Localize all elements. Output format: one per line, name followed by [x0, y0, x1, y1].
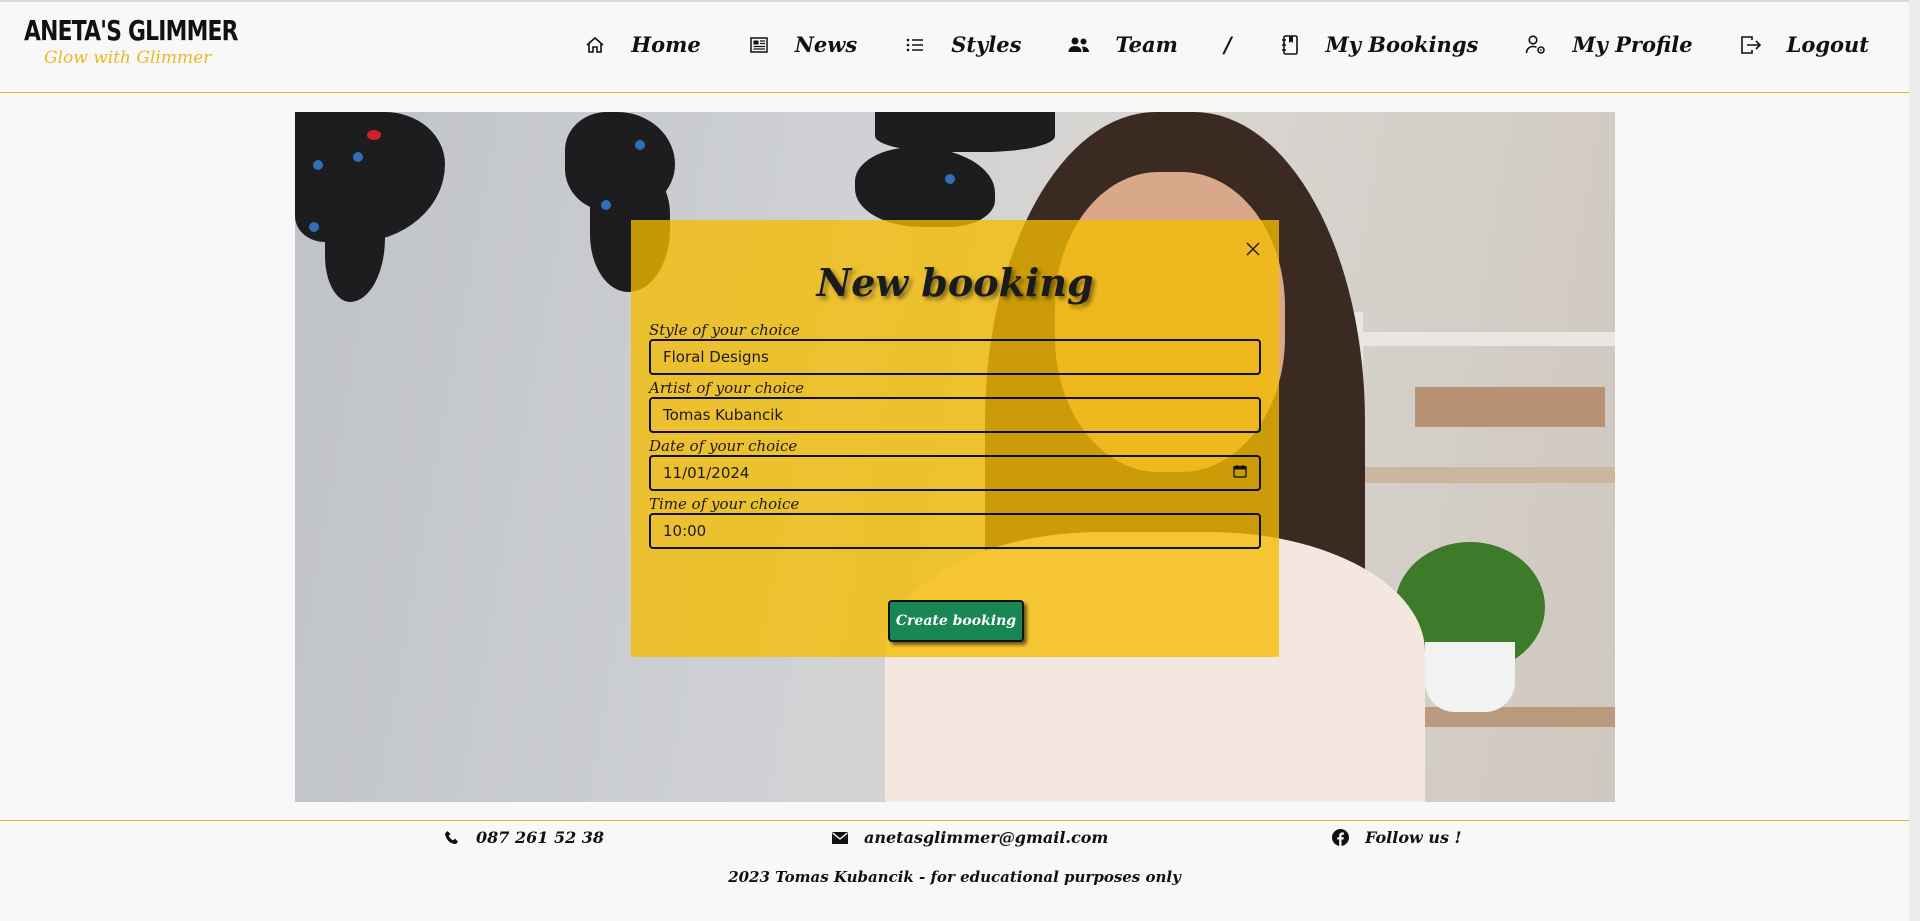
- list-icon: [903, 33, 927, 57]
- modal-title: New booking: [816, 260, 1094, 305]
- main-nav: Home News Styles Team / My Bookings My P…: [537, 32, 1869, 57]
- footer-email[interactable]: anetasglimmer@gmail.com: [832, 828, 1108, 847]
- shelf-books: [1415, 387, 1605, 427]
- close-button[interactable]: [1241, 238, 1265, 262]
- map-pin: [367, 130, 381, 140]
- copyright-text: 2023 Tomas Kubancik - for educational pu…: [728, 868, 1181, 886]
- map-pin: [353, 152, 363, 162]
- nav-label: News: [794, 32, 858, 57]
- wall-map-shape: [855, 147, 995, 227]
- newspaper-icon: [747, 33, 771, 57]
- map-pin: [601, 200, 611, 210]
- email-address: anetasglimmer@gmail.com: [864, 828, 1109, 847]
- plant-pot: [1425, 642, 1515, 712]
- page-scrollbar[interactable]: [1909, 0, 1920, 921]
- shelf-board: [1365, 467, 1615, 483]
- artist-select[interactable]: Tomas Kubancik: [649, 397, 1261, 433]
- brand-logo[interactable]: ANETA'S GLIMMER Glow with Glimmer: [24, 14, 298, 69]
- logout-icon: [1739, 33, 1763, 57]
- footer-phone[interactable]: 087 261 52 38: [444, 828, 604, 847]
- calendar-icon[interactable]: [1233, 464, 1247, 482]
- nav-item-styles[interactable]: Styles: [903, 32, 1021, 57]
- nav-label: My Bookings: [1325, 32, 1479, 57]
- booking-form: Style of your choice Floral Designs Arti…: [649, 321, 1261, 553]
- follow-us-label: Follow us !: [1365, 828, 1462, 847]
- shelf-rail: [1345, 332, 1615, 346]
- nav-label: Home: [631, 32, 701, 57]
- nav-separator: /: [1223, 32, 1232, 57]
- date-input[interactable]: 11/01/2024: [649, 455, 1261, 491]
- phone-icon: [444, 830, 460, 846]
- map-pin: [945, 174, 955, 184]
- time-value: 10:00: [663, 522, 707, 540]
- journal-icon: [1278, 33, 1302, 57]
- brand-title: ANETA'S GLIMMER: [24, 14, 238, 47]
- brand-tagline: Glow with Glimmer: [44, 48, 212, 68]
- nav-item-logout[interactable]: Logout: [1739, 32, 1869, 57]
- person-gear-icon: [1524, 33, 1548, 57]
- nav-item-news[interactable]: News: [747, 32, 857, 57]
- nav-label: Logout: [1786, 32, 1869, 57]
- style-select[interactable]: Floral Designs: [649, 339, 1261, 375]
- home-icon: [583, 33, 607, 57]
- style-label: Style of your choice: [649, 321, 800, 339]
- nav-label: My Profile: [1572, 32, 1693, 57]
- new-booking-modal: New booking Style of your choice Floral …: [631, 220, 1279, 657]
- nav-label: Team: [1115, 32, 1178, 57]
- nav-item-my-profile[interactable]: My Profile: [1524, 32, 1693, 57]
- envelope-icon: [832, 831, 848, 844]
- artist-label: Artist of your choice: [649, 379, 804, 397]
- map-pin: [309, 222, 319, 232]
- nav-item-home[interactable]: Home: [583, 32, 701, 57]
- footer-social[interactable]: Follow us !: [1332, 828, 1462, 847]
- wall-map-shape: [325, 192, 385, 302]
- date-value: 11/01/2024: [663, 464, 750, 482]
- nav-item-my-bookings[interactable]: My Bookings: [1278, 32, 1479, 57]
- create-booking-button[interactable]: Create booking: [888, 600, 1024, 642]
- site-header: ANETA'S GLIMMER Glow with Glimmer Home N…: [0, 0, 1909, 93]
- phone-number: 087 261 52 38: [476, 828, 605, 847]
- wall-map-shape: [875, 112, 1055, 152]
- close-icon: [1246, 241, 1260, 260]
- nav-item-team[interactable]: Team: [1067, 32, 1178, 57]
- style-value: Floral Designs: [663, 348, 769, 366]
- time-select[interactable]: 10:00: [649, 513, 1261, 549]
- people-icon: [1067, 33, 1091, 57]
- time-label: Time of your choice: [649, 495, 800, 513]
- nav-label: Styles: [951, 32, 1022, 57]
- footer-divider: [0, 820, 1909, 821]
- map-pin: [313, 160, 323, 170]
- map-pin: [635, 140, 645, 150]
- artist-value: Tomas Kubancik: [663, 406, 784, 424]
- date-label: Date of your choice: [649, 437, 798, 455]
- facebook-icon: [1332, 829, 1349, 846]
